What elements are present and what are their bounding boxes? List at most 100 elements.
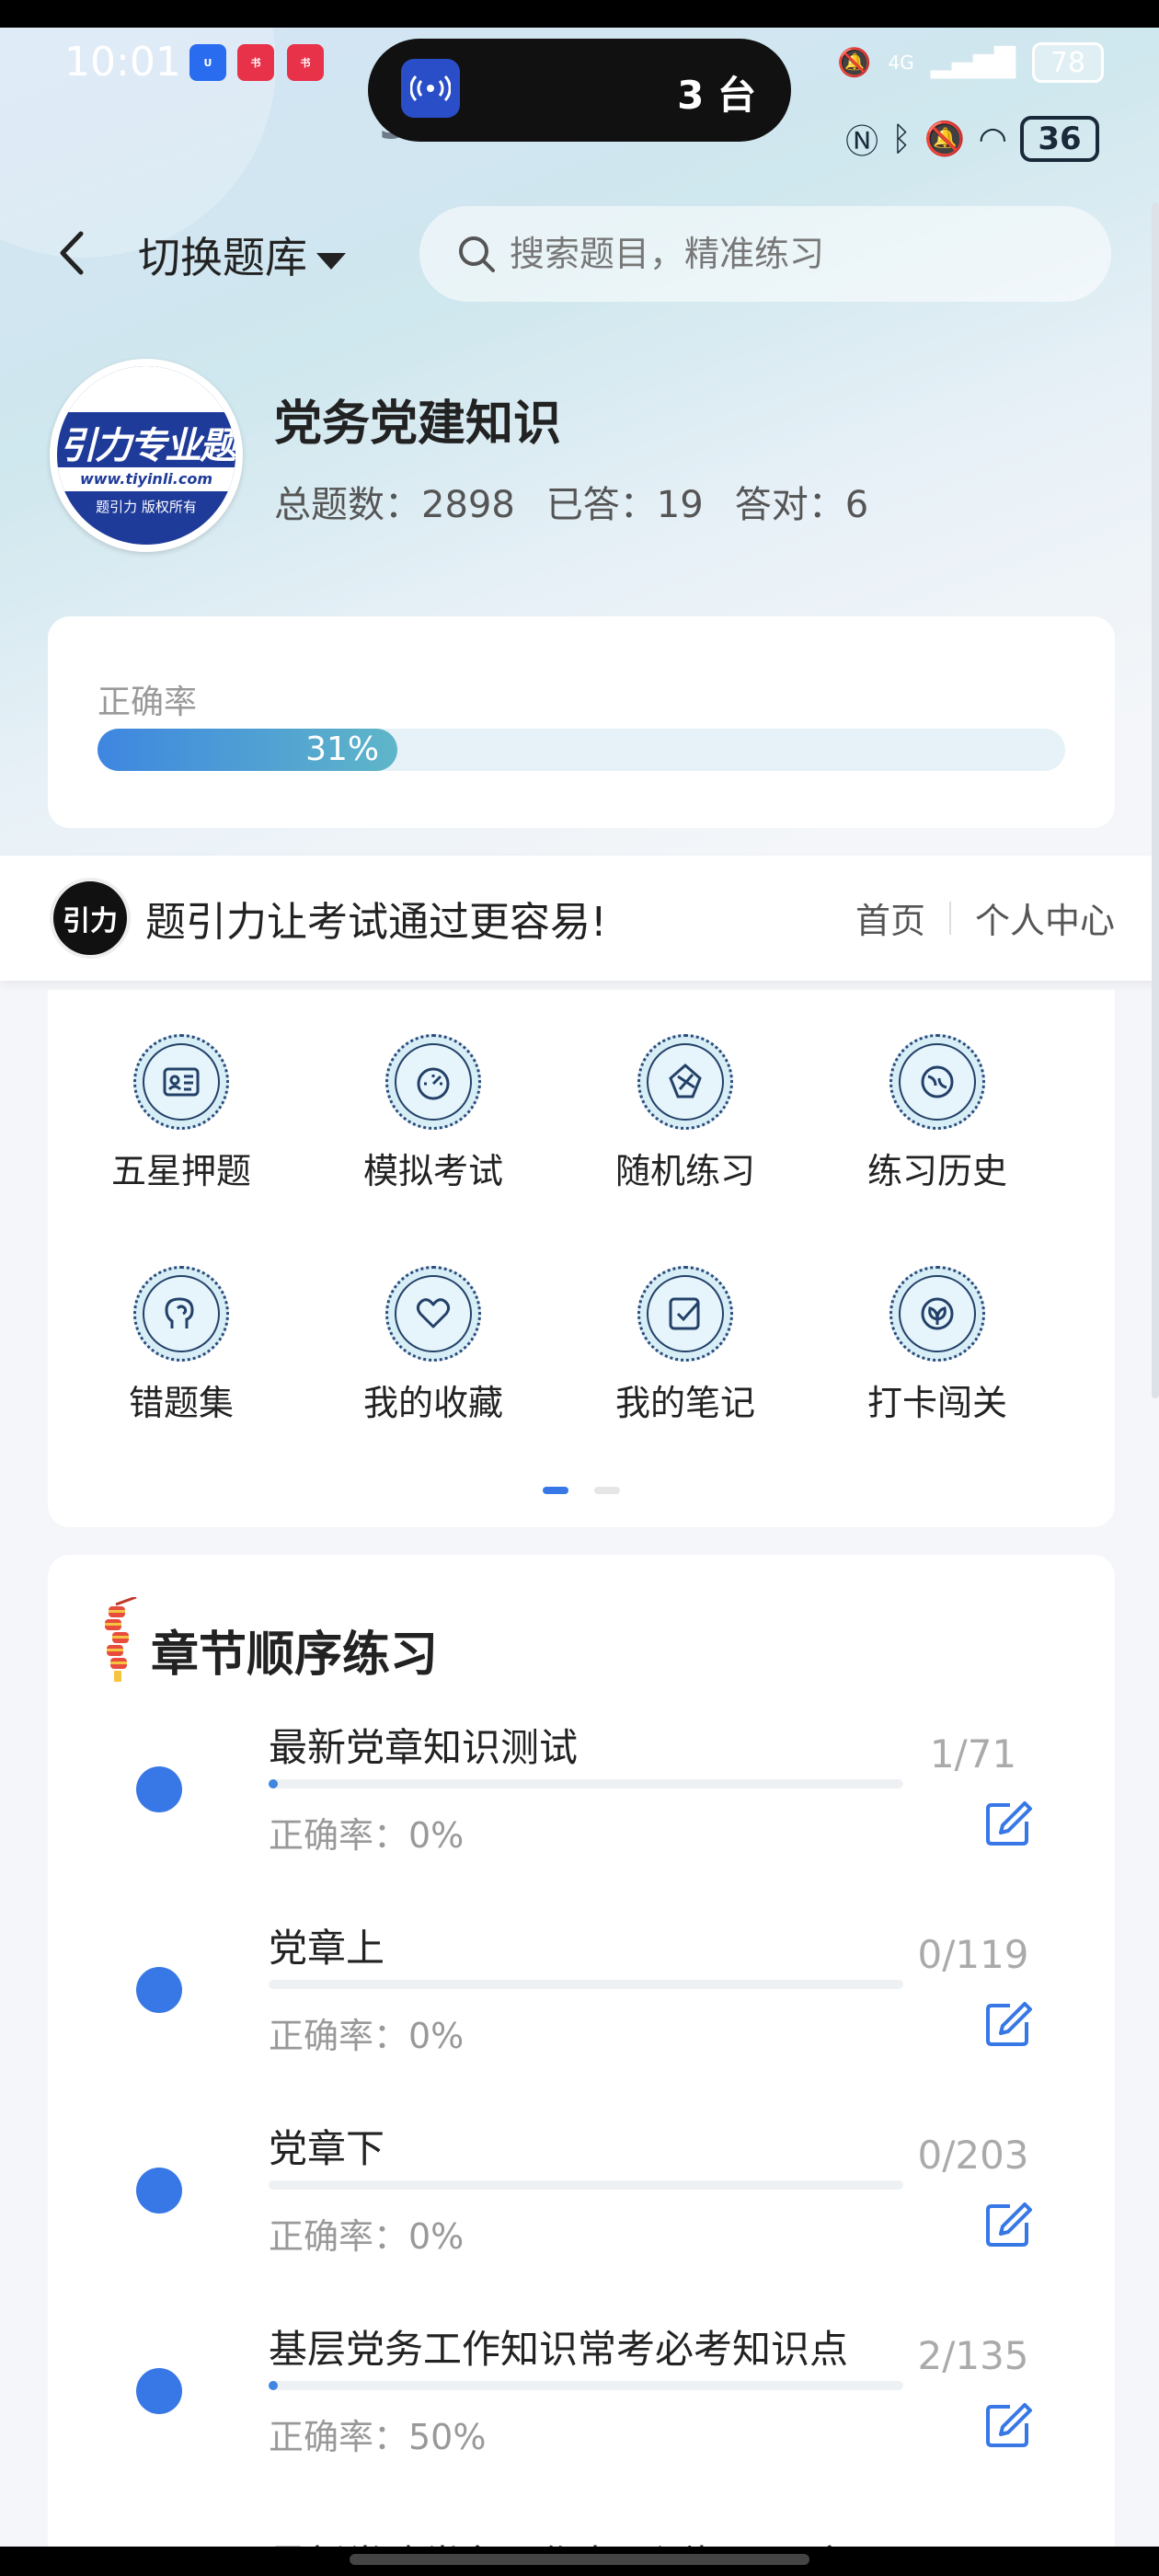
- chapter-count: 0/119: [917, 1932, 1029, 1977]
- shuffle-icon: [647, 1043, 724, 1121]
- edit-icon[interactable]: [982, 1998, 1034, 2050]
- signal-icon: ▂▄▆█: [930, 46, 1016, 79]
- page-dot[interactable]: [594, 1487, 620, 1494]
- accuracy-progress-track: 31%: [98, 729, 1065, 771]
- chapter-count: 2/135: [917, 2333, 1029, 2378]
- chapter-name: 党章下: [269, 2126, 385, 2171]
- broadcast-icon: [401, 59, 460, 118]
- chapter-progress-track: [269, 2381, 903, 2390]
- banner-slogan: 题引力让考试通过更容易!: [145, 899, 607, 946]
- function-grid: 五星押题 模拟考试 随机练习 练习历史 错题集 我的收藏 我的笔记 打卡闯关: [48, 990, 1115, 1527]
- grid-item-five-star[interactable]: 五星押题: [75, 990, 287, 1191]
- battery-icon: 36: [1020, 116, 1099, 162]
- notification-xiaohongshu-icon: 书: [287, 44, 324, 81]
- notification-xiaohongshu-icon: 书: [237, 44, 274, 81]
- bank-title: 党务党建知识: [274, 397, 562, 452]
- personal-center-link[interactable]: 个人中心: [975, 892, 1115, 943]
- switch-bank-label: 切换题库: [138, 233, 307, 282]
- brain-icon: [143, 1275, 220, 1352]
- divider: [948, 901, 951, 935]
- chapter-progress-fill: [269, 1779, 278, 1788]
- accuracy-card: 正确率 31%: [48, 616, 1115, 828]
- back-chevron-icon[interactable]: [53, 228, 90, 278]
- chapter-count: 0/203: [917, 2133, 1029, 2178]
- chapter-row[interactable]: 基层党务工作知识常考必考知识点 正确率：50% 2/135: [48, 2318, 1115, 2519]
- history-icon: [899, 1043, 976, 1121]
- notification-app-icon: U: [189, 44, 226, 81]
- correct-count: 答对：6: [734, 484, 869, 526]
- chapter-accuracy: 正确率：0%: [269, 2216, 465, 2257]
- status-time: 10:01: [64, 39, 181, 86]
- chapter-accuracy: 正确率：0%: [269, 1815, 465, 1856]
- chapter-bullet: [136, 2368, 182, 2414]
- promo-banner: 引力 题引力让考试通过更容易! 首页 个人中心: [0, 856, 1159, 981]
- mute-bell-icon: 🔕: [837, 46, 872, 79]
- dynamic-island[interactable]: 3 台: [368, 39, 791, 142]
- chapter-row[interactable]: 最新党章知识测试 正确率：0% 1/71: [48, 1717, 1115, 1917]
- chapter-accuracy: 正确率：50%: [269, 2417, 487, 2457]
- edit-icon[interactable]: [982, 1798, 1034, 1849]
- bluetooth-icon: ᛒ: [891, 120, 912, 158]
- speedometer-icon: [395, 1043, 472, 1121]
- status-icons: 🔕 4G ▂▄▆█ 78: [837, 42, 1104, 83]
- grid-item-practice-history[interactable]: 练习历史: [832, 990, 1043, 1191]
- island-device-count: 3 台: [677, 73, 756, 118]
- chapter-count: 1/71: [929, 1731, 1017, 1777]
- chapter-bullet: [136, 1967, 182, 2013]
- question-bank-logo: 引力专业题 www.tiyinli.com 题引力 版权所有: [50, 359, 243, 552]
- search-icon: [459, 236, 495, 272]
- grid-item-favorites[interactable]: 我的收藏: [327, 1222, 539, 1423]
- grid-item-random-practice[interactable]: 随机练习: [580, 990, 791, 1191]
- bank-stats: 总题数：2898 已答：19 答对：6: [274, 475, 868, 528]
- scrollbar[interactable]: [1152, 202, 1159, 1398]
- chapter-progress-fill: [269, 2381, 279, 2390]
- caret-down-icon: [316, 252, 346, 270]
- chapter-name: 最新党章知识测试: [269, 1725, 579, 1770]
- top-header: 切换题库: [0, 202, 1159, 304]
- grid-item-mock-exam[interactable]: 模拟考试: [327, 990, 539, 1191]
- grid-item-checkin-challenge[interactable]: 打卡闯关: [832, 1222, 1043, 1423]
- overlay-ghost-icons: Ⓝ ᛒ 🔕 ◠ 36: [845, 115, 1099, 163]
- chapter-row[interactable]: 党章下 正确率：0% 0/203: [48, 2118, 1115, 2318]
- chapter-name: 党章上: [269, 1926, 385, 1971]
- search-input[interactable]: [510, 234, 1080, 274]
- screen-top-edge: [0, 0, 1159, 28]
- chapter-name: 基层党务工作知识常考必考知识点: [269, 2327, 849, 2372]
- edit-icon[interactable]: [982, 2199, 1034, 2250]
- accuracy-value: 31%: [305, 730, 380, 768]
- battery-icon: 78: [1032, 42, 1104, 83]
- page-dot-active[interactable]: [543, 1487, 568, 1494]
- edit-icon[interactable]: [982, 2399, 1034, 2451]
- grid-page-indicator: [543, 1487, 620, 1494]
- chapter-bullet: [136, 2168, 182, 2214]
- chapter-progress-track: [269, 1980, 903, 1989]
- chapter-row[interactable]: 党章上 正确率：0% 0/119: [48, 1917, 1115, 2118]
- firecracker-icon: [96, 1595, 140, 1685]
- search-bar[interactable]: [419, 206, 1111, 302]
- banner-links: 首页 个人中心: [855, 892, 1115, 943]
- tiyinli-logo: 引力: [50, 878, 131, 959]
- chapter-bullet: [136, 1766, 182, 1812]
- home-link[interactable]: 首页: [855, 892, 925, 943]
- leaf-badge-icon: [899, 1275, 976, 1352]
- switch-bank-button[interactable]: 切换题库: [138, 224, 346, 285]
- chapter-accuracy: 正确率：0%: [269, 2016, 465, 2056]
- note-check-icon: [647, 1275, 724, 1352]
- wifi-icon: ◠: [978, 120, 1007, 158]
- home-indicator[interactable]: [350, 2554, 809, 2565]
- total-questions: 总题数：2898: [274, 484, 515, 526]
- heart-icon: [395, 1275, 472, 1352]
- accuracy-label: 正确率: [98, 684, 198, 721]
- mute-bell-icon: 🔕: [924, 121, 966, 158]
- chapter-section-title: 章节顺序练习: [151, 1627, 439, 1683]
- network-type: 4G: [888, 52, 914, 74]
- chapter-progress-track: [269, 1779, 903, 1788]
- id-card-icon: [143, 1043, 220, 1121]
- grid-item-my-notes[interactable]: 我的笔记: [580, 1222, 791, 1423]
- chapter-practice-card: 章节顺序练习 最新党章知识测试 正确率：0% 1/71 党章上 正确率：0% 0…: [48, 1555, 1115, 2576]
- status-bar: 10:01 U 书 书 9:55 3 台 🔕 4G ▂▄▆█ 78 Ⓝ ᛒ 🔕 …: [0, 28, 1159, 162]
- grid-item-wrong-questions[interactable]: 错题集: [75, 1222, 287, 1423]
- chapter-progress-track: [269, 2180, 903, 2190]
- nfc-icon: Ⓝ: [845, 123, 879, 161]
- answered-count: 已答：19: [545, 484, 704, 526]
